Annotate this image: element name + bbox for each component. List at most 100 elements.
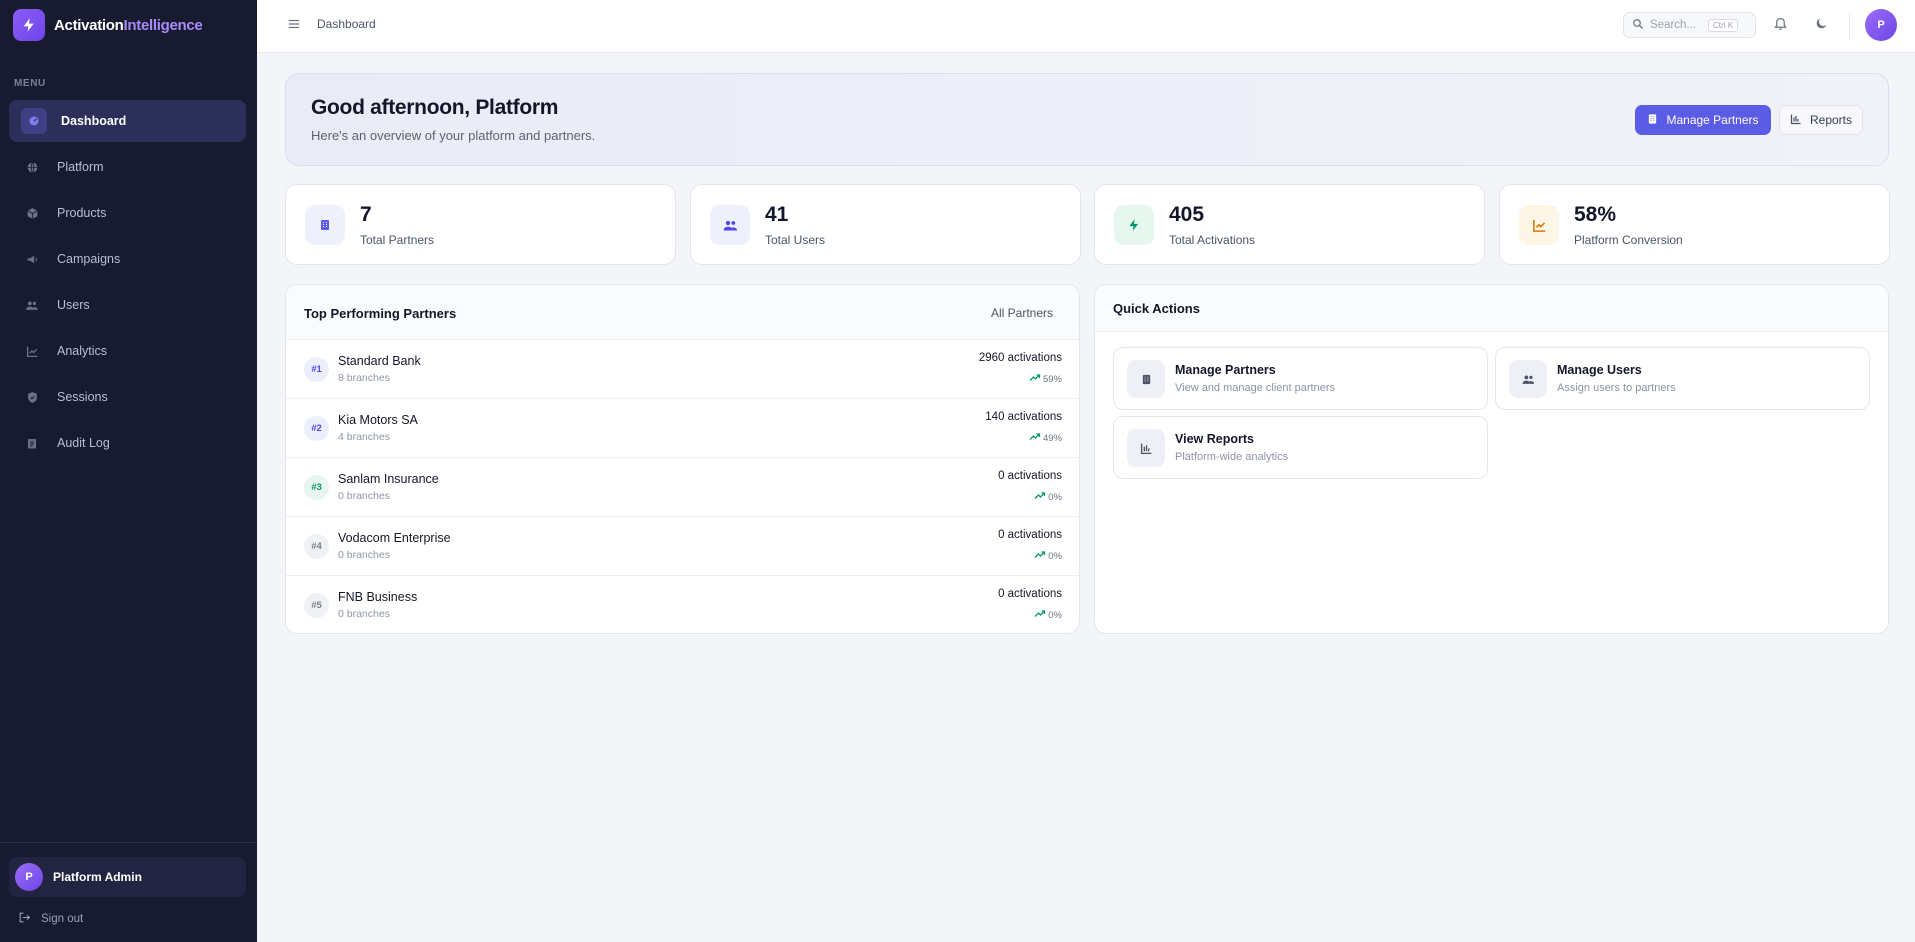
top-partners-panel: Top Performing Partners All Partners #1 … [285, 284, 1080, 634]
trend-up-icon [1034, 550, 1046, 562]
stat-card-partners: 7 Total Partners [285, 184, 676, 265]
trend-up-icon [1029, 373, 1041, 385]
sidebar-item-campaigns[interactable]: Campaigns [9, 238, 246, 280]
list-item[interactable]: #4 Vodacom Enterprise 0 branches 0 activ… [286, 517, 1079, 576]
sidebar-item-audit-log[interactable]: Audit Log [9, 422, 246, 464]
trend-value: 59% [1042, 373, 1062, 385]
partner-branches: 0 branches [338, 549, 390, 561]
quick-action-title: View Reports [1175, 432, 1254, 446]
trend-value: 49% [1042, 432, 1062, 444]
stat-value: 58% [1574, 203, 1617, 226]
page-subtitle: Here's an overview of your platform and … [311, 128, 596, 143]
trend-value: 0% [1048, 491, 1062, 503]
manage-partners-button[interactable]: Manage Partners [1635, 105, 1771, 135]
partner-activations: 140 activations [985, 411, 1062, 423]
quick-action-title: Manage Users [1557, 363, 1642, 377]
search-icon [1632, 18, 1644, 33]
bell-icon[interactable] [1773, 16, 1788, 36]
stat-value: 41 [765, 203, 789, 226]
search-placeholder: Search... [1650, 19, 1697, 31]
list-item[interactable]: #3 Sanlam Insurance 0 branches 0 activat… [286, 458, 1079, 517]
sidebar-nav: Dashboard Platform Products Campaigns Us… [9, 100, 246, 468]
user-card[interactable]: P Platform Admin [9, 857, 246, 897]
building-icon [1647, 113, 1658, 128]
sidebar-item-label: Dashboard [61, 114, 127, 128]
all-partners-link[interactable]: All Partners [991, 306, 1053, 320]
panel-header: Top Performing Partners All Partners [286, 285, 1079, 340]
panel-title: Quick Actions [1113, 301, 1200, 316]
sidebar-item-products[interactable]: Products [9, 192, 246, 234]
partner-branches: 8 branches [338, 372, 390, 384]
sidebar-item-dashboard[interactable]: Dashboard [9, 100, 246, 142]
brand[interactable]: ActivationIntelligence [0, 0, 257, 50]
rank-badge: #1 [304, 357, 329, 382]
lightning-icon [1114, 205, 1154, 245]
list-item[interactable]: #1 Standard Bank 8 branches 2960 activat… [286, 340, 1079, 399]
partner-activations: 2960 activations [978, 352, 1062, 364]
sign-out-button[interactable]: Sign out [18, 911, 83, 927]
sidebar-item-label: Analytics [57, 344, 108, 358]
lightning-icon [13, 9, 45, 41]
partner-branches: 4 branches [338, 431, 390, 443]
partner-branches: 0 branches [338, 490, 390, 502]
quick-action-manage-users[interactable]: Manage Users Assign users to partners [1495, 347, 1870, 410]
list-item[interactable]: #5 FNB Business 0 branches 0 activations… [286, 576, 1079, 633]
divider [1849, 13, 1850, 39]
partner-name: Sanlam Insurance [338, 472, 439, 486]
topbar: Dashboard Search... Ctrl K P [257, 0, 1915, 53]
users-icon [21, 294, 43, 316]
avatar: P [15, 863, 43, 891]
search-input[interactable]: Search... Ctrl K [1623, 12, 1756, 38]
rank-badge: #5 [304, 593, 329, 618]
stat-value: 405 [1169, 203, 1205, 226]
box-icon [21, 202, 43, 224]
dashboard-icon [21, 108, 47, 134]
trend-value: 0% [1048, 550, 1062, 562]
partner-activations: 0 activations [998, 588, 1062, 600]
sidebar-item-label: Audit Log [57, 436, 110, 450]
quick-action-title: Manage Partners [1175, 363, 1276, 377]
stat-label: Platform Conversion [1574, 233, 1683, 247]
sidebar-item-label: Users [57, 298, 90, 312]
user-name: Platform Admin [53, 870, 142, 884]
stat-label: Total Activations [1169, 233, 1256, 247]
moon-icon[interactable] [1814, 16, 1829, 36]
list-item[interactable]: #2 Kia Motors SA 4 branches 140 activati… [286, 399, 1079, 458]
partner-activations: 0 activations [998, 470, 1062, 482]
sidebar-item-analytics[interactable]: Analytics [9, 330, 246, 372]
reports-button[interactable]: Reports [1779, 105, 1863, 135]
sidebar-item-platform[interactable]: Platform [9, 146, 246, 188]
partner-list: #1 Standard Bank 8 branches 2960 activat… [286, 340, 1079, 633]
sidebar-item-sessions[interactable]: Sessions [9, 376, 246, 418]
trend-value: 0% [1048, 609, 1062, 621]
sidebar-item-users[interactable]: Users [9, 284, 246, 326]
partner-name: Standard Bank [338, 354, 421, 368]
sidebar-footer: P Platform Admin Sign out [0, 842, 257, 942]
brand-name: ActivationIntelligence [54, 16, 203, 34]
stat-card-conversion: 58% Platform Conversion [1499, 184, 1890, 265]
trend-up-icon [1029, 432, 1041, 444]
megaphone-icon [21, 248, 43, 270]
rank-badge: #4 [304, 534, 329, 559]
trend-up-icon [1034, 609, 1046, 621]
clipboard-icon [21, 432, 43, 454]
partner-trend: 0% [1034, 491, 1062, 503]
avatar[interactable]: P [1865, 9, 1897, 41]
menu-toggle-icon[interactable] [287, 17, 301, 36]
page-title: Good afternoon, Platform [311, 96, 559, 119]
partner-branches: 0 branches [338, 608, 390, 620]
quick-action-subtitle: View and manage client partners [1175, 382, 1336, 394]
menu-label: MENU [14, 78, 46, 89]
quick-action-view-reports[interactable]: View Reports Platform-wide analytics [1113, 416, 1488, 479]
rank-badge: #2 [304, 416, 329, 441]
sidebar-item-label: Platform [57, 160, 104, 174]
stat-label: Total Users [765, 233, 826, 247]
globe-icon [21, 156, 43, 178]
chart-line-icon [21, 340, 43, 362]
quick-action-manage-partners[interactable]: Manage Partners View and manage client p… [1113, 347, 1488, 410]
users-icon [710, 205, 750, 245]
chart-line-icon [1519, 205, 1559, 245]
sidebar-item-label: Products [57, 206, 107, 220]
stat-label: Total Partners [360, 233, 435, 247]
rank-badge: #3 [304, 475, 329, 500]
